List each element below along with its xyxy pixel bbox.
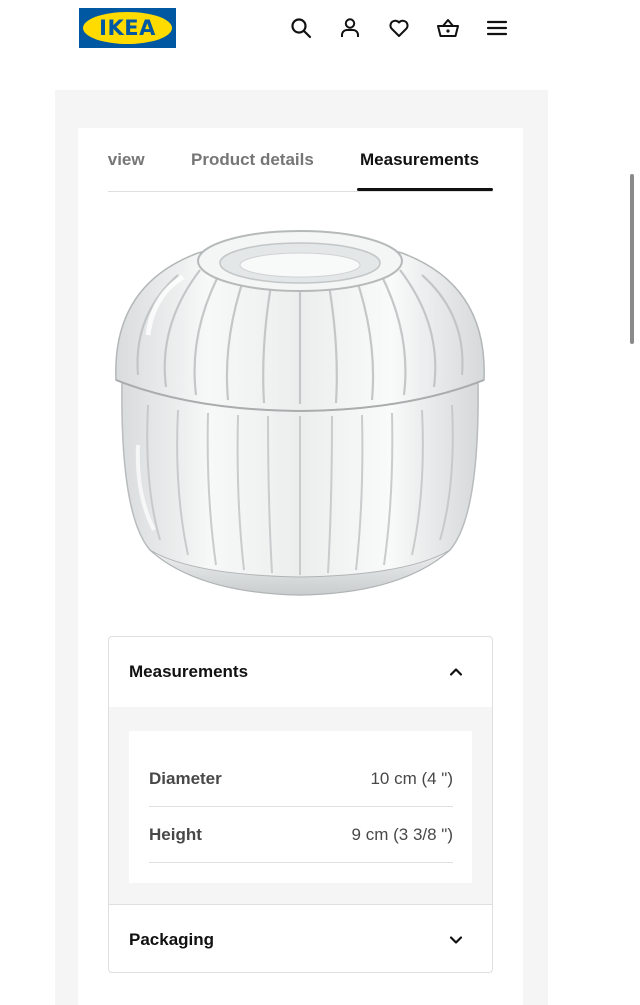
logo-text: IKEA <box>99 16 156 40</box>
measurements-table: Diameter 10 cm (4 ") Height 9 cm (3 3/8 … <box>129 731 472 883</box>
product-tabs: Overview Product details Measurements <box>108 128 493 192</box>
measurements-accordion-body: Diameter 10 cm (4 ") Height 9 cm (3 3/8 … <box>109 707 492 904</box>
search-icon[interactable] <box>286 13 316 43</box>
active-tab-indicator <box>357 188 493 191</box>
measurements-accordion-header[interactable]: Measurements <box>109 637 492 707</box>
measurements-accordion: Measurements Diameter 10 cm (4 ") Height… <box>108 636 493 973</box>
packaging-accordion-title: Packaging <box>129 930 215 949</box>
tab-product-details[interactable]: Product details <box>191 128 314 191</box>
menu-icon[interactable] <box>482 13 512 43</box>
heart-icon[interactable] <box>384 13 414 43</box>
measurement-row-diameter: Diameter 10 cm (4 ") <box>149 751 453 807</box>
chevron-down-icon[interactable] <box>444 928 468 952</box>
page-scrollbar[interactable] <box>630 174 634 344</box>
measurements-accordion-title: Measurements <box>129 662 249 681</box>
product-image <box>108 215 493 610</box>
chevron-up-icon[interactable] <box>444 660 468 684</box>
tab-measurements[interactable]: Measurements <box>360 128 479 191</box>
measurement-row-height: Height 9 cm (3 3/8 ") <box>149 807 453 863</box>
measurement-label: Height <box>149 825 202 844</box>
measurement-value: 9 cm (3 3/8 ") <box>351 825 453 844</box>
packaging-accordion-header[interactable]: Packaging <box>109 905 492 972</box>
site-header: IKEA <box>0 0 640 60</box>
tab-overview[interactable]: Overview <box>108 128 145 191</box>
measurement-value: 10 cm (4 ") <box>370 769 453 788</box>
measurement-label: Diameter <box>149 769 222 788</box>
basket-icon[interactable] <box>433 13 463 43</box>
ikea-logo[interactable]: IKEA <box>79 8 176 48</box>
profile-icon[interactable] <box>335 13 365 43</box>
